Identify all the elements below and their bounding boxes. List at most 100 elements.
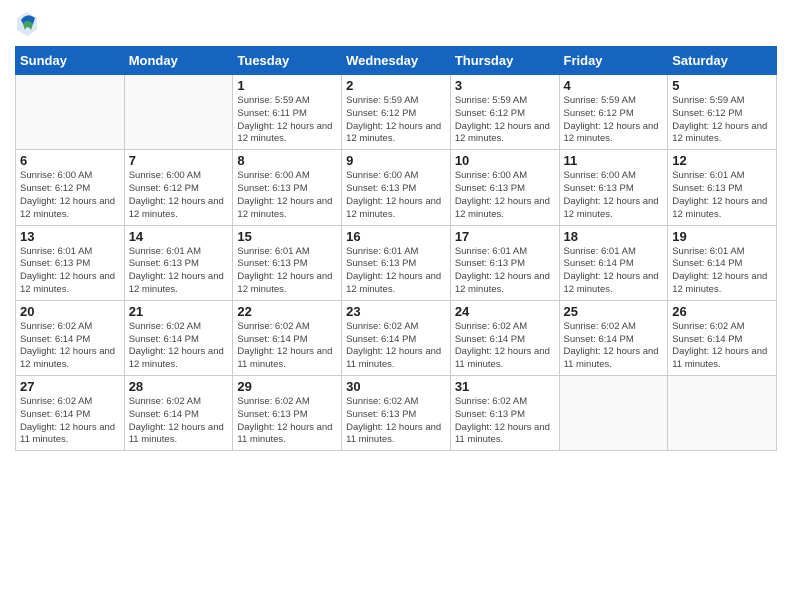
- day-info: Sunrise: 6:00 AM Sunset: 6:13 PM Dayligh…: [237, 170, 337, 221]
- page-header: [15, 10, 777, 38]
- day-info: Sunrise: 5:59 AM Sunset: 6:12 PM Dayligh…: [346, 95, 446, 146]
- calendar-table: SundayMondayTuesdayWednesdayThursdayFrid…: [15, 46, 777, 451]
- calendar-week-row: 6 Sunrise: 6:00 AM Sunset: 6:12 PM Daylig…: [16, 150, 777, 225]
- day-info: Sunrise: 6:02 AM Sunset: 6:13 PM Dayligh…: [346, 396, 446, 447]
- calendar-cell: 28 Sunrise: 6:02 AM Sunset: 6:14 PM Dayli…: [124, 376, 233, 451]
- day-number: 16: [346, 229, 446, 244]
- day-info: Sunrise: 6:00 AM Sunset: 6:13 PM Dayligh…: [346, 170, 446, 221]
- day-number: 29: [237, 379, 337, 394]
- day-number: 21: [129, 304, 229, 319]
- calendar-cell: 30 Sunrise: 6:02 AM Sunset: 6:13 PM Dayli…: [342, 376, 451, 451]
- calendar-cell: 27 Sunrise: 6:02 AM Sunset: 6:14 PM Dayli…: [16, 376, 125, 451]
- day-number: 10: [455, 153, 555, 168]
- day-number: 6: [20, 153, 120, 168]
- day-number: 3: [455, 78, 555, 93]
- day-number: 22: [237, 304, 337, 319]
- calendar-header-friday: Friday: [559, 47, 668, 75]
- day-number: 5: [672, 78, 772, 93]
- calendar-cell: 2 Sunrise: 5:59 AM Sunset: 6:12 PM Daylig…: [342, 75, 451, 150]
- calendar-cell: 19Sunrise: 6:01 AM Sunset: 6:14 PM Dayli…: [668, 225, 777, 300]
- calendar-header-saturday: Saturday: [668, 47, 777, 75]
- day-number: 20: [20, 304, 120, 319]
- calendar-cell: 25 Sunrise: 6:02 AM Sunset: 6:14 PM Dayli…: [559, 300, 668, 375]
- day-info: Sunrise: 6:02 AM Sunset: 6:14 PM Dayligh…: [237, 321, 337, 372]
- day-info: Sunrise: 6:01 AM Sunset: 6:13 PM Dayligh…: [346, 246, 446, 297]
- day-number: 24: [455, 304, 555, 319]
- day-number: 23: [346, 304, 446, 319]
- calendar-cell: [559, 376, 668, 451]
- day-number: 28: [129, 379, 229, 394]
- day-number: 15: [237, 229, 337, 244]
- calendar-header-sunday: Sunday: [16, 47, 125, 75]
- day-info: Sunrise: 6:02 AM Sunset: 6:14 PM Dayligh…: [129, 396, 229, 447]
- calendar-week-row: 13 Sunrise: 6:01 AM Sunset: 6:13 PM Dayli…: [16, 225, 777, 300]
- day-info: Sunrise: 6:02 AM Sunset: 6:14 PM Dayligh…: [672, 321, 772, 372]
- calendar-cell: 8 Sunrise: 6:00 AM Sunset: 6:13 PM Daylig…: [233, 150, 342, 225]
- day-info: Sunrise: 6:01 AM Sunset: 6:13 PM Dayligh…: [672, 170, 772, 221]
- calendar-cell: 12 Sunrise: 6:01 AM Sunset: 6:13 PM Dayli…: [668, 150, 777, 225]
- day-info: Sunrise: 6:02 AM Sunset: 6:14 PM Dayligh…: [564, 321, 664, 372]
- calendar-cell: [124, 75, 233, 150]
- day-info: Sunrise: 6:02 AM Sunset: 6:14 PM Dayligh…: [455, 321, 555, 372]
- day-info: Sunrise: 6:02 AM Sunset: 6:13 PM Dayligh…: [237, 396, 337, 447]
- calendar-cell: 5 Sunrise: 5:59 AM Sunset: 6:12 PM Daylig…: [668, 75, 777, 150]
- calendar-cell: 20 Sunrise: 6:02 AM Sunset: 6:14 PM Dayli…: [16, 300, 125, 375]
- day-number: 4: [564, 78, 664, 93]
- day-number: 12: [672, 153, 772, 168]
- calendar-header-tuesday: Tuesday: [233, 47, 342, 75]
- day-info: Sunrise: 6:01 AM Sunset: 6:13 PM Dayligh…: [237, 246, 337, 297]
- day-info: Sunrise: 6:01 AM Sunset: 6:14 PM Dayligh…: [672, 246, 772, 297]
- day-number: 30: [346, 379, 446, 394]
- calendar-cell: [16, 75, 125, 150]
- day-number: 1: [237, 78, 337, 93]
- calendar-cell: [668, 376, 777, 451]
- day-number: 14: [129, 229, 229, 244]
- calendar-cell: 14 Sunrise: 6:01 AM Sunset: 6:13 PM Dayli…: [124, 225, 233, 300]
- day-number: 17: [455, 229, 555, 244]
- logo-icon: [15, 10, 39, 38]
- day-info: Sunrise: 5:59 AM Sunset: 6:12 PM Dayligh…: [564, 95, 664, 146]
- day-info: Sunrise: 5:59 AM Sunset: 6:12 PM Dayligh…: [455, 95, 555, 146]
- day-number: 13: [20, 229, 120, 244]
- day-number: 2: [346, 78, 446, 93]
- logo: [15, 10, 43, 38]
- calendar-cell: 29 Sunrise: 6:02 AM Sunset: 6:13 PM Dayli…: [233, 376, 342, 451]
- day-info: Sunrise: 6:02 AM Sunset: 6:13 PM Dayligh…: [455, 396, 555, 447]
- day-number: 9: [346, 153, 446, 168]
- calendar-cell: 23Sunrise: 6:02 AM Sunset: 6:14 PM Dayli…: [342, 300, 451, 375]
- day-number: 25: [564, 304, 664, 319]
- day-number: 8: [237, 153, 337, 168]
- calendar-cell: 17 Sunrise: 6:01 AM Sunset: 6:13 PM Dayli…: [450, 225, 559, 300]
- calendar-cell: 3 Sunrise: 5:59 AM Sunset: 6:12 PM Daylig…: [450, 75, 559, 150]
- calendar-cell: 7 Sunrise: 6:00 AM Sunset: 6:12 PM Daylig…: [124, 150, 233, 225]
- day-number: 27: [20, 379, 120, 394]
- calendar-cell: 21Sunrise: 6:02 AM Sunset: 6:14 PM Dayli…: [124, 300, 233, 375]
- calendar-cell: 11Sunrise: 6:00 AM Sunset: 6:13 PM Dayli…: [559, 150, 668, 225]
- day-info: Sunrise: 6:01 AM Sunset: 6:13 PM Dayligh…: [455, 246, 555, 297]
- calendar-header-monday: Monday: [124, 47, 233, 75]
- calendar-cell: 31 Sunrise: 6:02 AM Sunset: 6:13 PM Dayli…: [450, 376, 559, 451]
- calendar-week-row: 20 Sunrise: 6:02 AM Sunset: 6:14 PM Dayli…: [16, 300, 777, 375]
- calendar-cell: 1 Sunrise: 5:59 AM Sunset: 6:11 PM Daylig…: [233, 75, 342, 150]
- day-info: Sunrise: 6:00 AM Sunset: 6:12 PM Dayligh…: [20, 170, 120, 221]
- calendar-cell: 13 Sunrise: 6:01 AM Sunset: 6:13 PM Dayli…: [16, 225, 125, 300]
- calendar-cell: 18Sunrise: 6:01 AM Sunset: 6:14 PM Dayli…: [559, 225, 668, 300]
- calendar-cell: 26Sunrise: 6:02 AM Sunset: 6:14 PM Dayli…: [668, 300, 777, 375]
- day-info: Sunrise: 6:00 AM Sunset: 6:13 PM Dayligh…: [455, 170, 555, 221]
- day-info: Sunrise: 6:01 AM Sunset: 6:13 PM Dayligh…: [20, 246, 120, 297]
- calendar-header-thursday: Thursday: [450, 47, 559, 75]
- calendar-cell: 16 Sunrise: 6:01 AM Sunset: 6:13 PM Dayli…: [342, 225, 451, 300]
- calendar-cell: 10 Sunrise: 6:00 AM Sunset: 6:13 PM Dayli…: [450, 150, 559, 225]
- day-info: Sunrise: 5:59 AM Sunset: 6:12 PM Dayligh…: [672, 95, 772, 146]
- day-number: 31: [455, 379, 555, 394]
- day-info: Sunrise: 6:02 AM Sunset: 6:14 PM Dayligh…: [20, 321, 120, 372]
- calendar-cell: 6 Sunrise: 6:00 AM Sunset: 6:12 PM Daylig…: [16, 150, 125, 225]
- day-number: 11: [564, 153, 664, 168]
- day-info: Sunrise: 6:01 AM Sunset: 6:13 PM Dayligh…: [129, 246, 229, 297]
- day-info: Sunrise: 6:02 AM Sunset: 6:14 PM Dayligh…: [20, 396, 120, 447]
- day-info: Sunrise: 5:59 AM Sunset: 6:11 PM Dayligh…: [237, 95, 337, 146]
- calendar-header-wednesday: Wednesday: [342, 47, 451, 75]
- day-number: 7: [129, 153, 229, 168]
- calendar-week-row: 27 Sunrise: 6:02 AM Sunset: 6:14 PM Dayli…: [16, 376, 777, 451]
- day-info: Sunrise: 6:00 AM Sunset: 6:12 PM Dayligh…: [129, 170, 229, 221]
